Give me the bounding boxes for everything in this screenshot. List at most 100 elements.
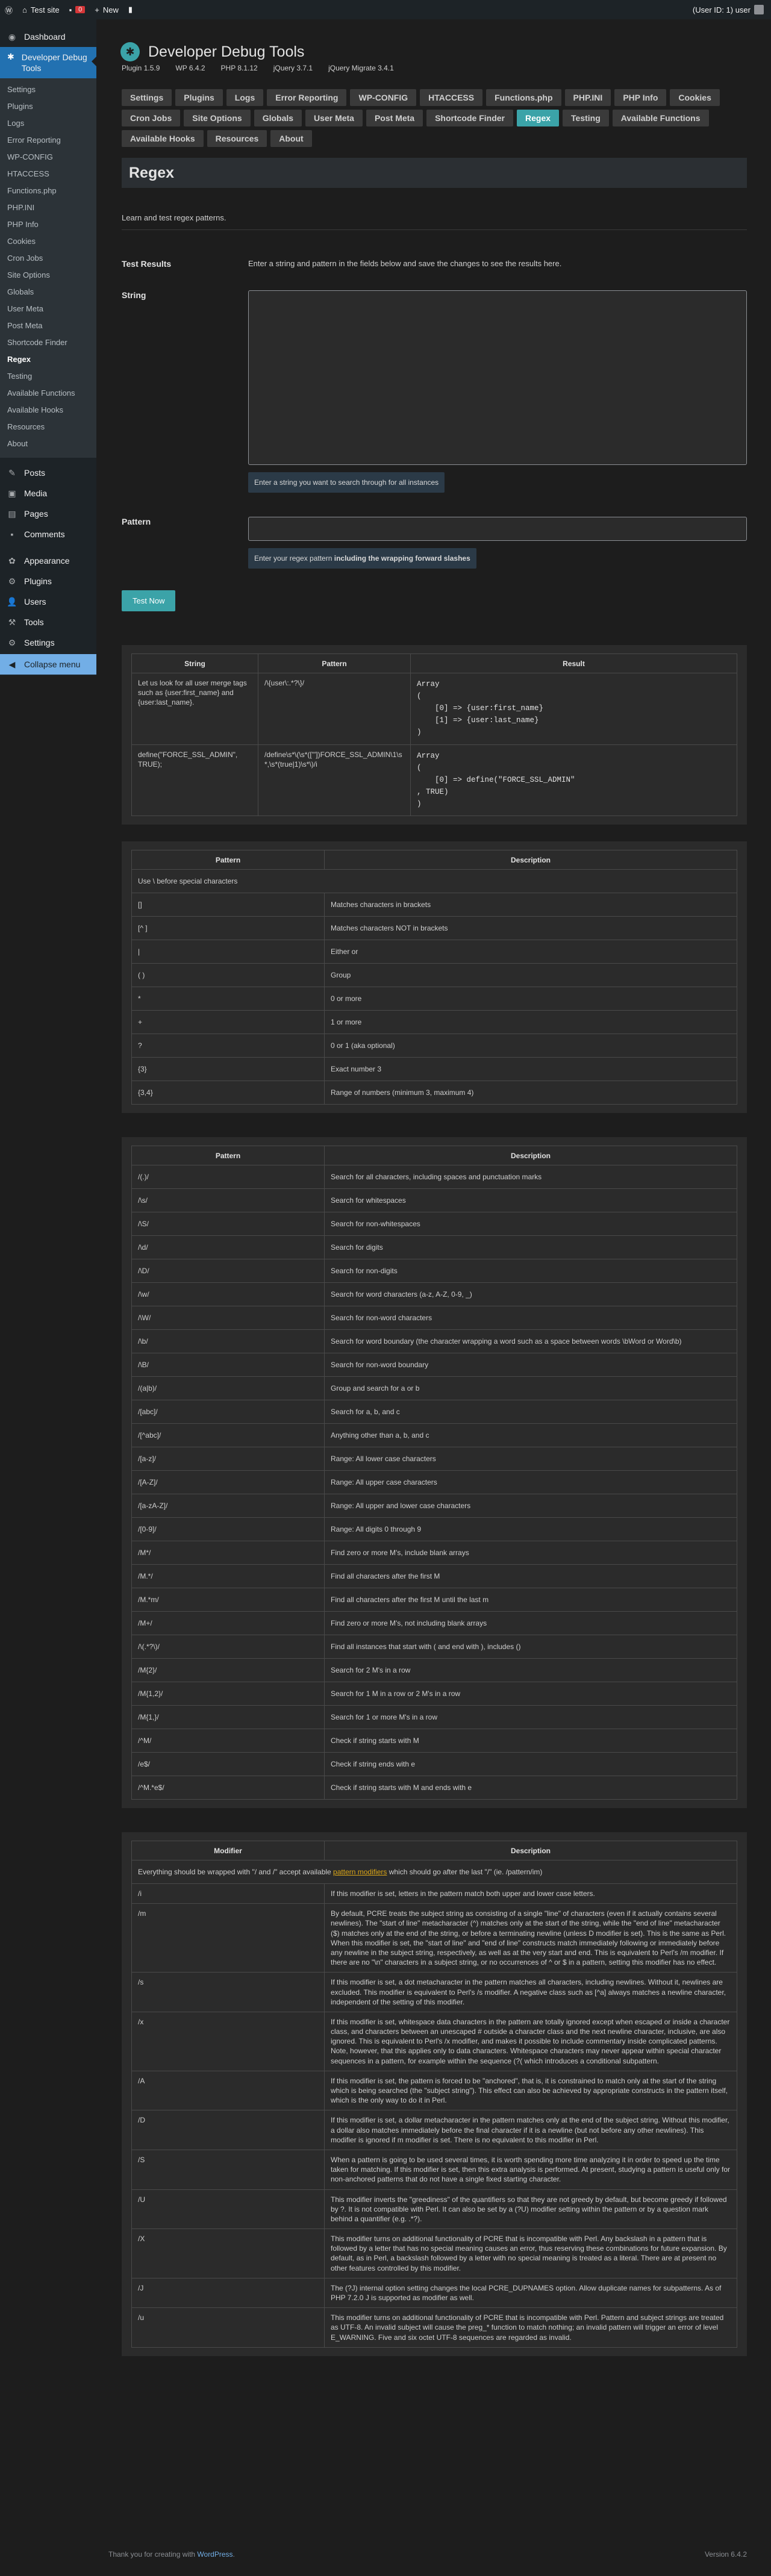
tab[interactable]: Settings [122, 89, 172, 106]
tab[interactable]: Shortcode Finder [426, 110, 513, 126]
pattern-cell: /e$/ [131, 1752, 325, 1776]
example-result: Array ( [0] => {user:first_name} [1] => … [410, 673, 737, 745]
comments-icon: ▪ [10, 529, 14, 540]
submenu-item[interactable]: Available Functions [0, 385, 96, 402]
submenu-item[interactable]: Cron Jobs [0, 251, 96, 267]
tab[interactable]: Plugins [175, 89, 223, 106]
menu-item[interactable]: ⚒ Tools [0, 612, 96, 632]
tab[interactable]: Available Functions [612, 110, 709, 126]
tab[interactable]: Post Meta [366, 110, 423, 126]
submenu-item[interactable]: HTACCESS [0, 166, 96, 183]
pattern-input[interactable] [248, 517, 747, 541]
submenu-item[interactable]: Error Reporting [0, 133, 96, 149]
string-textarea[interactable] [248, 290, 747, 465]
menu-item[interactable]: ▤ Pages [0, 504, 96, 524]
pattern-cell: /\B/ [131, 1353, 325, 1377]
submenu-item[interactable]: Plugins [0, 99, 96, 116]
submenu-item[interactable]: User Meta [0, 301, 96, 318]
page-intro: Learn and test regex patterns. [122, 213, 226, 222]
description-cell: Search for a, b, and c [324, 1400, 737, 1424]
tab[interactable]: Regex [517, 110, 560, 126]
new-content-menu[interactable]: + New [90, 0, 123, 19]
tab[interactable]: User Meta [305, 110, 363, 126]
tab[interactable]: HTACCESS [420, 89, 483, 106]
tab[interactable]: Cron Jobs [122, 110, 181, 126]
debug-menu[interactable]: ▮ [123, 0, 137, 19]
pattern-cell: /[a-z]/ [131, 1447, 325, 1471]
submenu-item[interactable]: WP-CONFIG [0, 149, 96, 166]
menu-item[interactable]: ✿ Appearance [0, 550, 96, 571]
table-row: /[a-z]/Range: All lower case characters [131, 1447, 737, 1471]
menu-developer-debug-tools[interactable]: ✱ Developer Debug Tools [0, 47, 96, 79]
submenu-item[interactable]: Resources [0, 419, 96, 436]
table-header: Modifier [131, 1841, 325, 1860]
tab[interactable]: PHP.INI [564, 89, 611, 106]
wp-logo-menu[interactable]: Ⓦ [0, 0, 17, 19]
table-row: /D If this modifier is set, a dollar meta… [131, 2110, 737, 2150]
tab[interactable]: About [270, 130, 312, 147]
pattern-cell: /^M/ [131, 1729, 325, 1753]
menu-item[interactable]: ▣ Media [0, 483, 96, 504]
submenu-item[interactable]: Settings [0, 82, 96, 99]
tab[interactable]: Cookies [670, 89, 720, 106]
users-icon: 👤 [7, 596, 17, 607]
example-pattern: /\{user\:.*?\}/ [258, 673, 411, 745]
menu-item[interactable]: ⚙ Settings [0, 632, 96, 653]
description-cell: When a pattern is going to be used sever… [324, 2149, 737, 2190]
tab[interactable]: Testing [563, 110, 609, 126]
tab[interactable]: Resources [207, 130, 267, 147]
submenu-item[interactable]: Functions.php [0, 183, 96, 200]
description-cell: 0 or 1 (aka optional) [324, 1034, 737, 1058]
tab[interactable]: Available Hooks [122, 130, 204, 147]
table-row: /[abc]/Search for a, b, and c [131, 1400, 737, 1424]
table-row: /[0-9]/Range: All digits 0 through 9 [131, 1517, 737, 1541]
user-account-menu[interactable]: (User ID: 1) user [688, 0, 771, 19]
menu-item[interactable]: ▪ Comments [0, 524, 96, 544]
pattern-cell: /M.*/ [131, 1564, 325, 1588]
test-now-button[interactable]: Test Now [122, 590, 176, 611]
submenu-item[interactable]: Globals [0, 284, 96, 301]
description-cell: Matches characters NOT in brackets [324, 916, 737, 940]
submenu-item[interactable]: Logs [0, 116, 96, 133]
submenu-item[interactable]: Testing [0, 369, 96, 385]
submenu-item[interactable]: About [0, 436, 96, 453]
tab[interactable]: Site Options [184, 110, 251, 126]
submenu-item[interactable]: Shortcode Finder [0, 335, 96, 352]
table-row: /m By default, PCRE treats the subject st… [131, 1903, 737, 1973]
submenu-item[interactable]: PHP Info [0, 217, 96, 234]
description-cell: This modifier turns on additional functi… [324, 2307, 737, 2348]
menu-item[interactable]: ✎ Posts [0, 463, 96, 483]
table-row: /^M/Check if string starts with M [131, 1729, 737, 1753]
table-row: /M*/Find zero or more M's, include blank… [131, 1541, 737, 1565]
submenu-item[interactable]: Cookies [0, 234, 96, 251]
menu-dashboard[interactable]: ◉ Dashboard [0, 27, 96, 47]
submenu-item[interactable]: Regex [0, 352, 96, 369]
submenu-item[interactable]: Post Meta [0, 318, 96, 335]
tab[interactable]: Error Reporting [267, 89, 347, 106]
tab[interactable]: Logs [226, 89, 264, 106]
site-name-menu[interactable]: ⌂ Test site [17, 0, 64, 19]
table-row: * 0 or more [131, 987, 737, 1011]
tab[interactable]: PHP Info [614, 89, 667, 106]
menu-item[interactable]: ⚙ Plugins [0, 571, 96, 591]
version-item: jQuery 3.7.1 [273, 64, 313, 72]
pattern-modifiers-link[interactable]: pattern modifiers [333, 1868, 387, 1876]
modifier-cell: /u [131, 2307, 325, 2348]
submenu-item[interactable]: PHP.INI [0, 200, 96, 217]
table-header: Pattern [131, 850, 325, 870]
tab[interactable]: Globals [254, 110, 302, 126]
menu-item[interactable]: 👤 Users [0, 591, 96, 612]
submenu-item[interactable]: Site Options [0, 267, 96, 284]
comments-menu[interactable]: ▪ 0 [64, 0, 90, 19]
tab[interactable]: WP-CONFIG [350, 89, 417, 106]
description-cell: Find all characters after the first M un… [324, 1588, 737, 1612]
description-cell: Search for 1 or more M's in a row [324, 1705, 737, 1729]
collapse-menu-button[interactable]: ◀ Collapse menu [0, 654, 96, 675]
tab[interactable]: Functions.php [486, 89, 561, 106]
submenu-item[interactable]: Available Hooks [0, 402, 96, 419]
wordpress-link[interactable]: WordPress [197, 2550, 233, 2559]
pattern-cell: /^M.*e$/ [131, 1776, 325, 1800]
version-item: PHP 8.1.12 [220, 64, 258, 72]
pattern-cell: {3,4} [131, 1081, 325, 1105]
pattern-cell: /\S/ [131, 1212, 325, 1236]
